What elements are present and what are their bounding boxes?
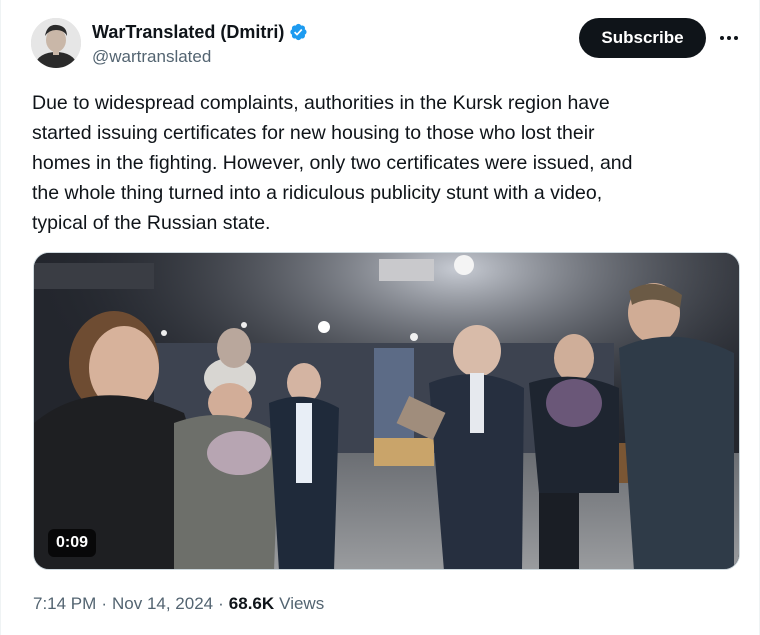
video-player[interactable]: 0:09 (33, 252, 740, 570)
meta-separator: · (101, 594, 107, 613)
more-horizontal-icon (720, 36, 738, 40)
tweet-card: WarTranslated (Dmitri) @wartranslated Su… (0, 0, 760, 635)
views-count: 68.6K (228, 594, 275, 613)
video-thumbnail (34, 253, 739, 569)
author-display-name[interactable]: WarTranslated (Dmitri) (92, 20, 284, 44)
video-duration-badge: 0:09 (48, 529, 97, 557)
views-label: Views (279, 594, 325, 613)
tweet-time[interactable]: 7:14 PM (33, 593, 96, 615)
tweet-text: Due to widespread complaints, authoritie… (32, 92, 633, 234)
meta-separator: · (218, 594, 224, 613)
tweet-header: WarTranslated (Dmitri) @wartranslated Su… (31, 18, 741, 70)
verified-badge-icon (290, 23, 307, 41)
avatar-portrait-icon (31, 18, 81, 68)
tweet-date[interactable]: Nov 14, 2024 (112, 593, 213, 615)
subscribe-button[interactable]: Subscribe (579, 18, 706, 58)
author-handle[interactable]: @wartranslated (92, 46, 308, 68)
author-avatar[interactable] (31, 18, 81, 68)
tweet-meta: 7:14 PM · Nov 14, 2024 · 68.6K Views (33, 593, 324, 615)
author-display-name-row[interactable]: WarTranslated (Dmitri) (92, 20, 308, 44)
author-names: WarTranslated (Dmitri) @wartranslated (92, 20, 308, 68)
more-options-button[interactable] (715, 26, 743, 50)
